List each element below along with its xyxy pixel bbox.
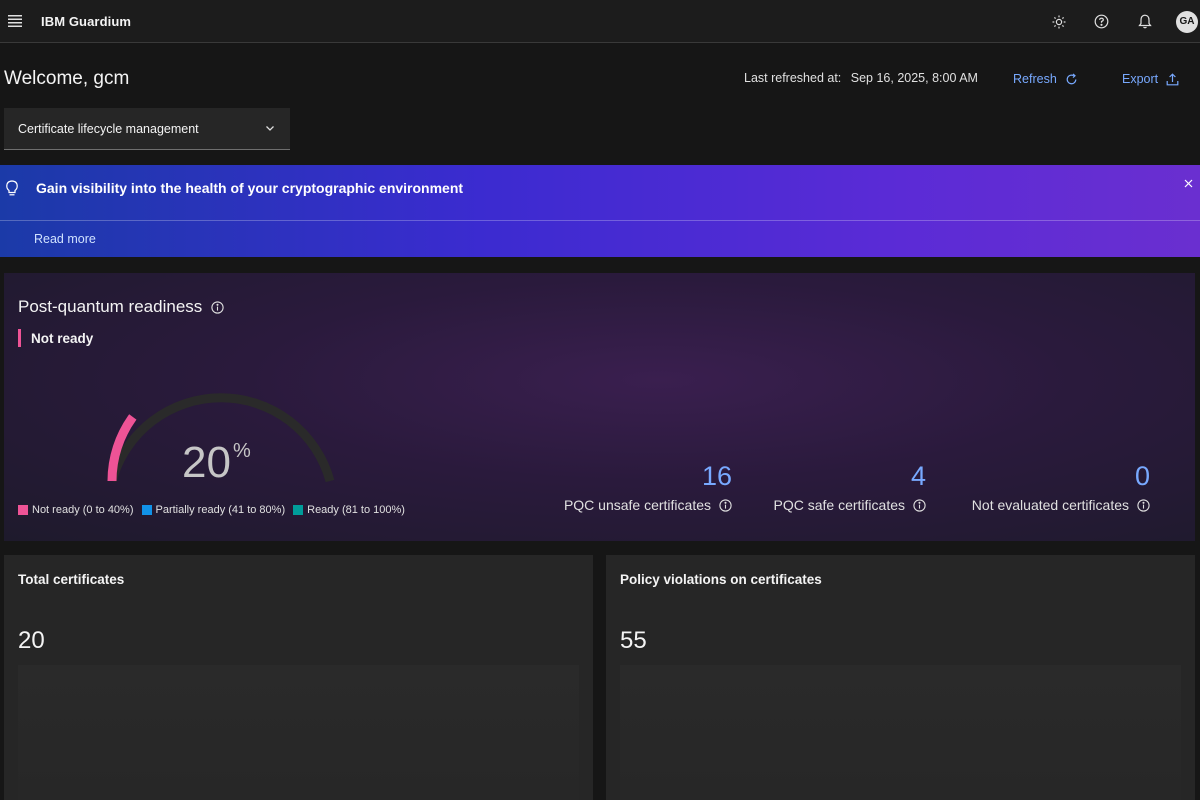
export-icon: [1166, 72, 1179, 85]
legend-swatch: [293, 505, 304, 515]
gauge-percent-value: 20%: [182, 438, 251, 488]
last-refreshed: Last refreshed at: Sep 16, 2025, 8:00 AM: [744, 71, 978, 85]
metric-value[interactable]: 16: [532, 461, 732, 492]
metric-not-evaluated: 0 Not evaluated certificates: [950, 461, 1150, 513]
last-refreshed-label: Last refreshed at:: [744, 71, 842, 85]
legend-item-ready: Ready (81 to 100%): [293, 504, 405, 516]
info-icon[interactable]: [1137, 498, 1150, 512]
metric-value[interactable]: 0: [950, 461, 1150, 492]
readiness-title: Post-quantum readiness: [18, 297, 224, 317]
metric-label-text: PQC safe certificates: [773, 497, 906, 513]
metric-label-text: Not evaluated certificates: [971, 497, 1129, 513]
page-title: Welcome, gcm: [4, 68, 130, 89]
post-quantum-readiness-card: Post-quantum readiness Not ready 20% Not…: [4, 273, 1195, 541]
policy-violations-tile[interactable]: Policy violations on certificates 55: [606, 555, 1195, 800]
metric-label: PQC unsafe certificates: [532, 497, 732, 513]
help-icon[interactable]: [1080, 0, 1123, 43]
legend-label: Partially ready (41 to 80%): [155, 504, 286, 516]
top-header: IBM Guardium GA: [0, 0, 1200, 43]
banner-title: Gain visibility into the health of your …: [36, 180, 464, 196]
refresh-icon: [1066, 73, 1077, 84]
metric-pqc-safe: 4 PQC safe certificates: [726, 461, 927, 513]
tile-value: 20: [18, 627, 45, 654]
metric-pqc-unsafe: 16 PQC unsafe certificates: [532, 461, 732, 513]
read-more-link[interactable]: Read more: [34, 232, 96, 246]
metric-label: PQC safe certificates: [726, 497, 926, 513]
tile-chart-area: [18, 665, 579, 800]
last-refreshed-value: Sep 16, 2025, 8:00 AM: [850, 71, 978, 85]
legend-item-not-ready: Not ready (0 to 40%): [18, 504, 134, 516]
tile-title: Total certificates: [18, 572, 125, 587]
legend-swatch: [141, 505, 152, 515]
readiness-title-text: Post-quantum readiness: [18, 297, 203, 316]
export-button[interactable]: Export: [1122, 68, 1179, 90]
tile-chart-area: [620, 665, 1181, 800]
gauge-percent-unit: %: [232, 440, 251, 463]
info-icon[interactable]: [913, 498, 926, 512]
header-actions: GA: [1037, 0, 1200, 43]
legend-label: Ready (81 to 100%): [307, 504, 405, 516]
legend-label: Not ready (0 to 40%): [32, 504, 134, 516]
legend-item-partially-ready: Partially ready (41 to 80%): [141, 504, 286, 516]
avatar[interactable]: GA: [1176, 10, 1198, 33]
metric-label-text: PQC unsafe certificates: [563, 497, 711, 513]
dropdown-selected-value: Certificate lifecycle management: [18, 121, 199, 136]
gauge-legend: Not ready (0 to 40%) Partially ready (41…: [18, 504, 413, 516]
notification-icon[interactable]: [1123, 0, 1166, 43]
info-banner: Gain visibility into the health of your …: [0, 165, 1200, 257]
lightbulb-icon: [6, 180, 18, 196]
close-icon[interactable]: [1180, 175, 1196, 191]
total-certificates-tile[interactable]: Total certificates 20: [4, 555, 593, 800]
gauge-percent-number: 20: [182, 438, 231, 487]
refresh-label: Refresh: [1013, 72, 1057, 86]
legend-swatch: [18, 505, 28, 515]
metric-value[interactable]: 4: [726, 461, 926, 492]
refresh-button[interactable]: Refresh: [1013, 68, 1078, 90]
status-indicator-bar: [18, 329, 21, 347]
metric-label: Not evaluated certificates: [950, 497, 1150, 513]
status-badge: Not ready: [18, 329, 93, 347]
sun-icon[interactable]: [1037, 0, 1080, 43]
menu-icon[interactable]: [3, 9, 27, 33]
brand-name[interactable]: IBM Guardium: [41, 14, 131, 29]
banner-divider: [0, 220, 1200, 221]
tile-value: 55: [620, 627, 647, 654]
status-text: Not ready: [31, 330, 94, 346]
chevron-down-icon: [266, 126, 274, 131]
tile-title: Policy violations on certificates: [620, 572, 822, 587]
dashboard-selector-dropdown[interactable]: Certificate lifecycle management: [4, 108, 290, 150]
export-label: Export: [1122, 72, 1159, 86]
info-icon[interactable]: [211, 300, 224, 314]
